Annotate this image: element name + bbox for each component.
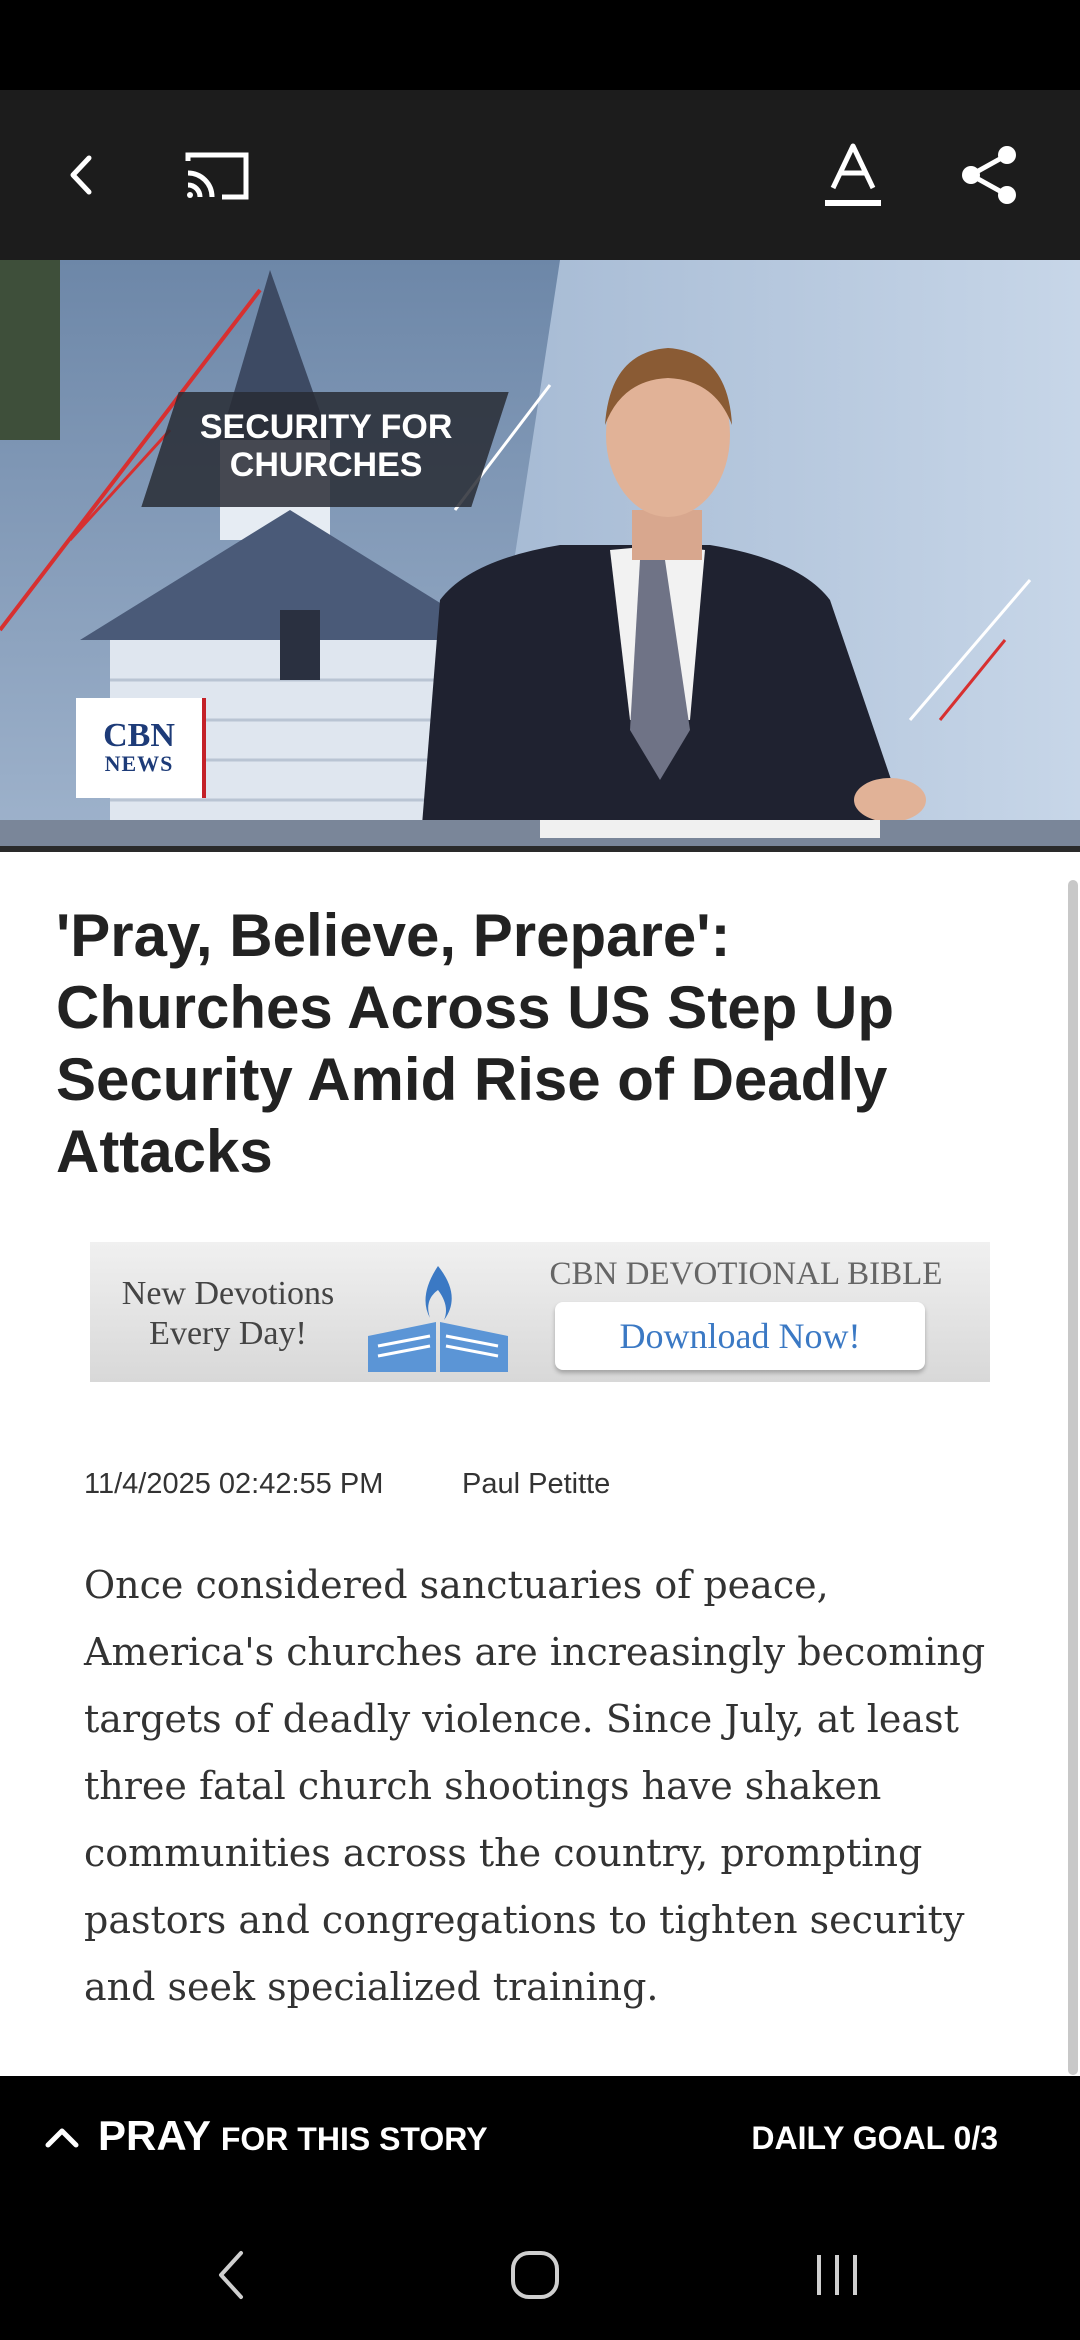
ad-tagline: New Devotions Every Day! (121, 1275, 335, 1352)
hero-divider (0, 846, 1080, 852)
share-icon (962, 146, 1016, 204)
hero-overlay-title: SECURITY FOR CHURCHES (141, 392, 509, 507)
scrollbar[interactable] (1068, 880, 1078, 2075)
ad-title: CBN DEVOTIONAL BIBLE (549, 1256, 943, 1292)
cast-button[interactable] (172, 130, 262, 220)
open-bible-flame-icon (368, 1266, 508, 1372)
pray-label-rest: FOR THIS STORY (220, 2121, 488, 2157)
text-size-icon (825, 143, 881, 206)
article-headline: 'Pray, Believe, Prepare': Churches Acros… (56, 902, 894, 1185)
back-button[interactable] (36, 130, 126, 220)
cbn-news-logo: CBN NEWS (76, 698, 206, 798)
chevron-up-icon (45, 2128, 79, 2148)
nav-back-icon (219, 2251, 243, 2299)
nav-home-button[interactable] (490, 2240, 580, 2310)
system-nav-bar (0, 2206, 1080, 2340)
article-body: Once considered sanctuaries of peace, Am… (84, 1563, 986, 2009)
ad-download-button[interactable]: Download Now! (555, 1302, 925, 1370)
ad-banner[interactable]: New Devotions Every Day! CBN DEVOTIONAL … (90, 1242, 990, 1382)
pray-for-story-button[interactable]: PRAY FOR THIS STORY (42, 2112, 488, 2160)
daily-goal-counter: DAILY GOAL 0/3 (751, 2120, 998, 2156)
pray-bar[interactable]: PRAY FOR THIS STORY DAILY GOAL 0/3 (0, 2076, 1080, 2206)
nav-back-button[interactable] (186, 2240, 276, 2310)
text-size-button[interactable] (808, 130, 898, 220)
share-button[interactable] (944, 130, 1034, 220)
status-bar (0, 0, 1080, 90)
article-date: 11/4/2025 02:42:55 PM (84, 1468, 384, 1500)
cast-icon (185, 152, 249, 200)
nav-home-icon (511, 2251, 559, 2299)
article-author[interactable]: Paul Petitte (462, 1468, 610, 1501)
nav-recents-button[interactable] (792, 2240, 882, 2310)
pray-label: PRAY (98, 2112, 211, 2159)
chevron-left-icon (70, 155, 92, 195)
article-toolbar (0, 90, 1080, 260)
nav-recents-icon (817, 2255, 857, 2295)
